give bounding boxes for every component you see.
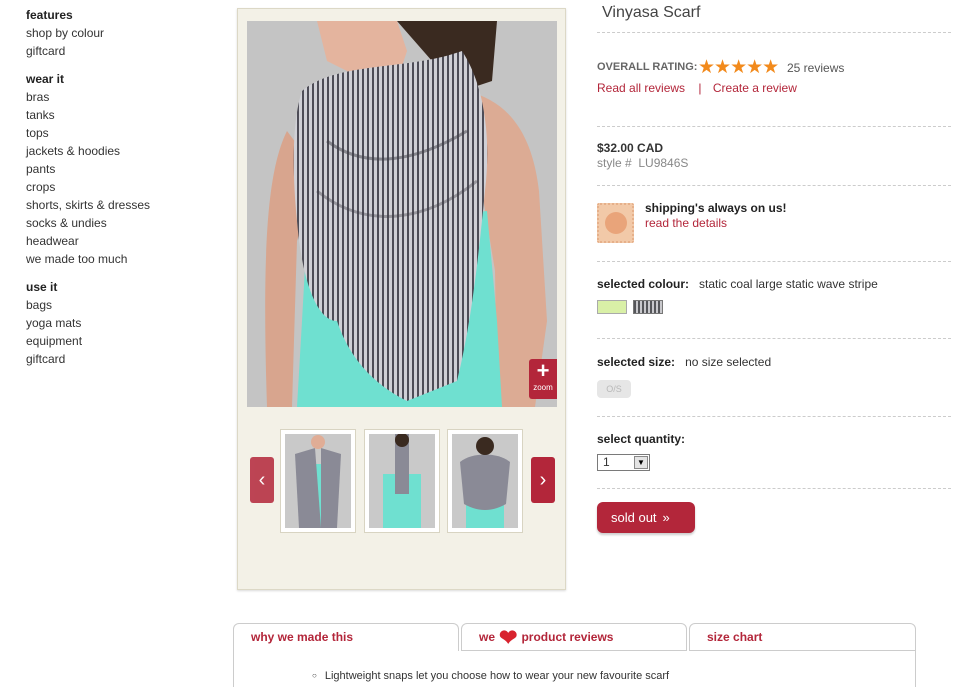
- divider: [597, 32, 951, 33]
- tab-why-we-made-this[interactable]: why we made this: [233, 623, 459, 651]
- double-chevron-icon: »: [662, 510, 670, 525]
- size-label: selected size:: [597, 355, 676, 369]
- link-separator: |: [698, 81, 702, 95]
- heart-icon: ❤: [499, 625, 518, 650]
- thumb-illustration: [369, 434, 435, 528]
- divider: [597, 261, 951, 262]
- sidebar-item-tops[interactable]: tops: [26, 124, 216, 142]
- product-price: $32.00 CAD: [597, 141, 664, 155]
- divider: [597, 338, 951, 339]
- style-number: LU9846S: [638, 156, 689, 170]
- sidebar-item-crops[interactable]: crops: [26, 178, 216, 196]
- divider: [597, 185, 951, 186]
- rating-label: OVERALL RATING:: [597, 61, 698, 73]
- carousel-prev-button[interactable]: ‹: [250, 457, 274, 503]
- shipping-details-link[interactable]: read the details: [645, 216, 727, 230]
- scarf-model-illustration: [247, 21, 557, 407]
- tab-product-reviews[interactable]: we ❤ product reviews: [461, 623, 687, 651]
- zoom-label: zoom: [533, 383, 553, 392]
- colour-swatch-static-coal-stripe[interactable]: [633, 300, 663, 314]
- stamp-icon: [597, 203, 634, 243]
- size-value: no size selected: [685, 355, 772, 369]
- sidebar-item-pants[interactable]: pants: [26, 160, 216, 178]
- sidebar-item-socks-undies[interactable]: socks & undies: [26, 214, 216, 232]
- sidebar-group-wear-it: wear it bras tanks tops jackets & hoodie…: [26, 70, 216, 268]
- thumbnail-image: [452, 434, 518, 528]
- sidebar-group-features: features shop by colour giftcard: [26, 6, 216, 60]
- product-title: Vinyasa Scarf: [602, 4, 701, 21]
- sidebar-item-equipment[interactable]: equipment: [26, 332, 216, 350]
- sidebar-item-bras[interactable]: bras: [26, 88, 216, 106]
- selected-size-row: selected size: no size selected: [597, 355, 771, 369]
- sidebar-item-jackets-hoodies[interactable]: jackets & hoodies: [26, 142, 216, 160]
- style-label: style #: [597, 156, 632, 170]
- selected-colour-row: selected colour: static coal large stati…: [597, 277, 878, 291]
- divider: [597, 126, 951, 127]
- sidebar-heading: wear it: [26, 72, 65, 86]
- sidebar-heading: use it: [26, 280, 58, 294]
- sidebar-item-we-made-too-much[interactable]: we made too much: [26, 250, 216, 268]
- tab-label-we: we: [479, 630, 496, 644]
- divider: [597, 416, 951, 417]
- sidebar-item-tanks[interactable]: tanks: [26, 106, 216, 124]
- quantity-value: 1: [603, 455, 610, 469]
- zoom-button[interactable]: + zoom: [529, 359, 557, 399]
- sold-out-button[interactable]: sold out »: [597, 502, 695, 533]
- tab-label-product-reviews: product reviews: [521, 630, 614, 644]
- thumbnail-2[interactable]: [364, 429, 440, 533]
- tab-panel: Lightweight snaps let you choose how to …: [233, 650, 916, 687]
- product-main-image[interactable]: + zoom: [247, 21, 557, 407]
- colour-label: selected colour:: [597, 277, 690, 291]
- plus-icon: +: [536, 358, 550, 383]
- sold-out-label: sold out: [611, 510, 657, 525]
- reviews-count: 25 reviews: [787, 61, 845, 75]
- sidebar-item-shorts-skirts-dresses[interactable]: shorts, skirts & dresses: [26, 196, 216, 214]
- chevron-down-icon: ▼: [634, 456, 648, 469]
- sidebar-nav: features shop by colour giftcard wear it…: [26, 6, 216, 378]
- sidebar-item-bags[interactable]: bags: [26, 296, 216, 314]
- review-links: Read all reviews | Create a review: [597, 81, 797, 95]
- thumb-illustration: [285, 434, 351, 528]
- colour-value: static coal large static wave stripe: [699, 277, 878, 291]
- style-number-row: style # LU9846S: [597, 156, 688, 170]
- thumbnail-3[interactable]: [447, 429, 523, 533]
- tab-size-chart[interactable]: size chart: [689, 623, 916, 651]
- star-rating-icon: ★★★★★: [698, 57, 779, 78]
- thumbnail-1[interactable]: [280, 429, 356, 533]
- thumbnail-image: [369, 434, 435, 528]
- quantity-select[interactable]: 1 ▼: [597, 454, 650, 471]
- sidebar-item-yoga-mats[interactable]: yoga mats: [26, 314, 216, 332]
- thumbnail-image: [285, 434, 351, 528]
- feature-bullet: Lightweight snaps let you choose how to …: [312, 670, 669, 682]
- product-info-tabs: why we made this we ❤ product reviews size…: [233, 623, 916, 687]
- sidebar-item-headwear[interactable]: headwear: [26, 232, 216, 250]
- sidebar-item-giftcard[interactable]: giftcard: [26, 42, 216, 60]
- colour-swatch-lime[interactable]: [597, 300, 627, 314]
- create-review-link[interactable]: Create a review: [713, 81, 797, 95]
- carousel-next-button[interactable]: ›: [531, 457, 555, 503]
- divider: [597, 488, 951, 489]
- thumbnail-carousel: ‹ ›: [250, 429, 555, 534]
- shipping-title: shipping's always on us!: [645, 201, 787, 215]
- sidebar-heading: features: [26, 8, 73, 22]
- product-gallery: + zoom ‹ ›: [237, 8, 566, 590]
- thumb-illustration: [452, 434, 518, 528]
- sidebar-item-shop-by-colour[interactable]: shop by colour: [26, 24, 216, 42]
- sidebar-group-use-it: use it bags yoga mats equipment giftcard: [26, 278, 216, 368]
- sidebar-item-giftcard-2[interactable]: giftcard: [26, 350, 216, 368]
- size-option-os[interactable]: O/S: [597, 380, 631, 398]
- quantity-label: select quantity:: [597, 432, 686, 446]
- read-all-reviews-link[interactable]: Read all reviews: [597, 81, 685, 95]
